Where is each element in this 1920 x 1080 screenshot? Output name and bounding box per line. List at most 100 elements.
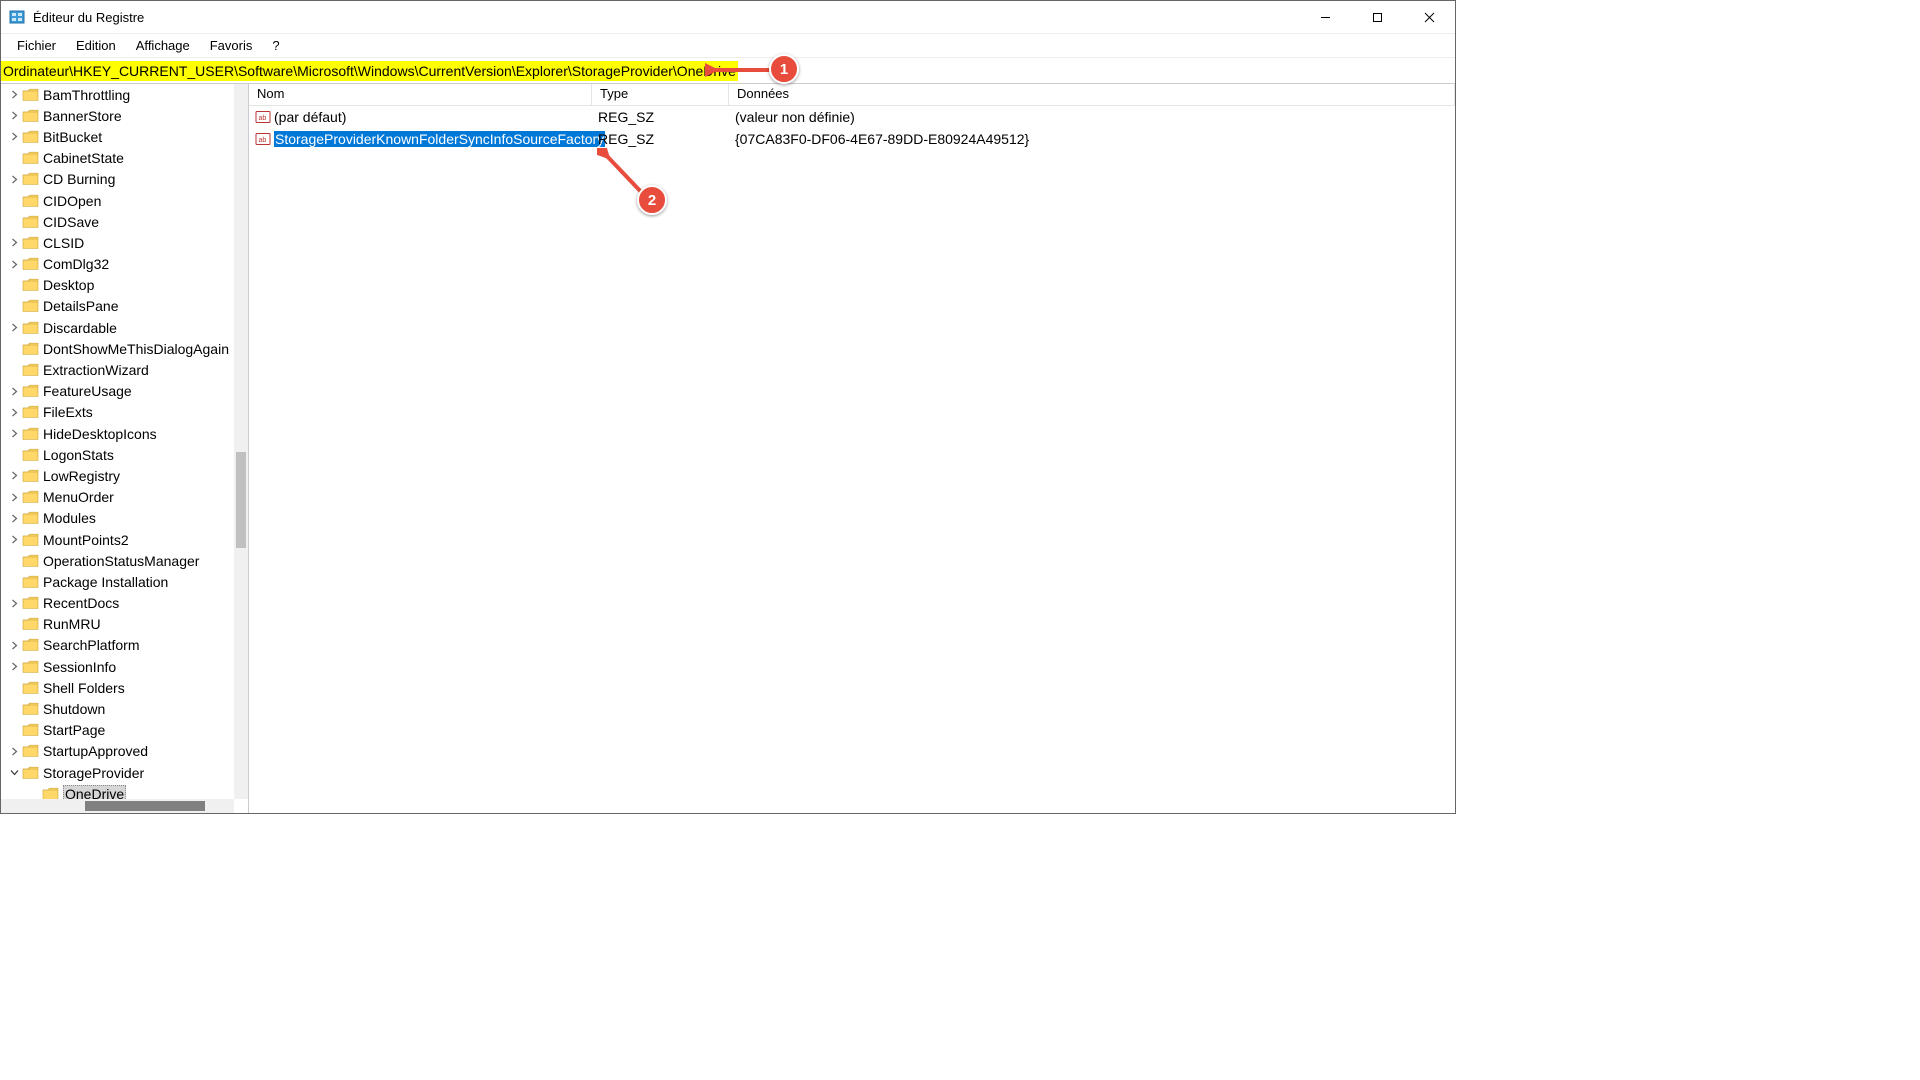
tree-node[interactable]: MountPoints2: [1, 529, 234, 550]
chevron-right-icon[interactable]: [7, 511, 21, 525]
col-type[interactable]: Type: [592, 84, 729, 105]
svg-text:ab: ab: [259, 137, 267, 144]
tree-scrollbar-horizontal[interactable]: [1, 799, 234, 813]
chevron-right-icon[interactable]: [7, 109, 21, 123]
tree-node[interactable]: OneDrive: [1, 783, 234, 799]
chevron-right-icon[interactable]: [7, 236, 21, 250]
tree-scrollbar-vertical[interactable]: [234, 84, 248, 799]
registry-tree[interactable]: BamThrottling BannerStore BitBucket Cabinet…: [1, 84, 234, 799]
tree-node[interactable]: BamThrottling: [1, 84, 234, 105]
chevron-right-icon[interactable]: [7, 405, 21, 419]
maximize-button[interactable]: [1351, 1, 1403, 34]
tree-node[interactable]: Modules: [1, 508, 234, 529]
scrollbar-thumb[interactable]: [236, 452, 246, 548]
tree-node[interactable]: CD Burning: [1, 169, 234, 190]
tree-node-label: CabinetState: [43, 150, 124, 166]
menu-file[interactable]: Fichier: [7, 36, 66, 55]
menu-view[interactable]: Affichage: [126, 36, 200, 55]
value-row[interactable]: ab(par défaut)REG_SZ(valeur non définie): [249, 106, 1455, 128]
scrollbar-thumb[interactable]: [85, 801, 205, 811]
folder-icon: [22, 702, 39, 716]
chevron-right-icon[interactable]: [7, 638, 21, 652]
folder-icon: [22, 215, 39, 229]
menu-fav[interactable]: Favoris: [200, 36, 263, 55]
tree-node[interactable]: LowRegistry: [1, 465, 234, 486]
chevron-right-icon[interactable]: [7, 660, 21, 674]
chevron-right-icon[interactable]: [7, 427, 21, 441]
tree-node[interactable]: DontShowMeThisDialogAgain: [1, 338, 234, 359]
folder-icon: [22, 130, 39, 144]
chevron-right-icon[interactable]: [7, 172, 21, 186]
tree-node[interactable]: StartPage: [1, 720, 234, 741]
tree-node[interactable]: Desktop: [1, 275, 234, 296]
tree-node[interactable]: OperationStatusManager: [1, 550, 234, 571]
value-name: (par défaut): [274, 109, 346, 125]
tree-node[interactable]: CLSID: [1, 232, 234, 253]
svg-text:ab: ab: [259, 115, 267, 122]
tree-node[interactable]: RunMRU: [1, 614, 234, 635]
chevron-right-icon[interactable]: [7, 321, 21, 335]
tree-node[interactable]: DetailsPane: [1, 296, 234, 317]
tree-node[interactable]: StorageProvider: [1, 762, 234, 783]
tree-node-label: Desktop: [43, 277, 94, 293]
tree-node[interactable]: SessionInfo: [1, 656, 234, 677]
tree-node[interactable]: CIDOpen: [1, 190, 234, 211]
folder-icon: [22, 617, 39, 631]
value-row[interactable]: abStorageProviderKnownFolderSyncInfoSour…: [249, 128, 1455, 150]
tree-node-label: FeatureUsage: [43, 383, 132, 399]
tree-node[interactable]: Discardable: [1, 317, 234, 338]
tree-node[interactable]: LogonStats: [1, 444, 234, 465]
folder-icon: [22, 172, 39, 186]
col-name[interactable]: Nom: [249, 84, 592, 105]
tree-node-label: BitBucket: [43, 129, 102, 145]
tree-node-label: ComDlg32: [43, 256, 109, 272]
tree-node[interactable]: SearchPlatform: [1, 635, 234, 656]
tree-node[interactable]: MenuOrder: [1, 487, 234, 508]
chevron-right-icon[interactable]: [7, 257, 21, 271]
tree-node[interactable]: ExtractionWizard: [1, 359, 234, 380]
chevron-down-icon[interactable]: [7, 766, 21, 780]
tree-node[interactable]: BitBucket: [1, 126, 234, 147]
address-text: Ordinateur\HKEY_CURRENT_USER\Software\Mi…: [1, 61, 738, 81]
folder-icon: [22, 681, 39, 695]
chevron-right-icon[interactable]: [7, 469, 21, 483]
tree-node-label: Discardable: [43, 320, 117, 336]
chevron-right-icon[interactable]: [7, 744, 21, 758]
values-header: Nom Type Données: [249, 84, 1455, 106]
tree-node[interactable]: Shell Folders: [1, 677, 234, 698]
tree-node[interactable]: Shutdown: [1, 698, 234, 719]
tree-node[interactable]: CIDSave: [1, 211, 234, 232]
folder-icon: [22, 321, 39, 335]
tree-node[interactable]: FeatureUsage: [1, 381, 234, 402]
tree-node[interactable]: Package Installation: [1, 571, 234, 592]
tree-node[interactable]: StartupApproved: [1, 741, 234, 762]
tree-node[interactable]: BannerStore: [1, 105, 234, 126]
chevron-right-icon[interactable]: [7, 533, 21, 547]
chevron-right-icon[interactable]: [7, 88, 21, 102]
chevron-right-icon[interactable]: [7, 490, 21, 504]
tree-node-label: BamThrottling: [43, 87, 130, 103]
chevron-right-icon[interactable]: [7, 384, 21, 398]
folder-icon: [22, 363, 39, 377]
folder-icon: [42, 787, 59, 799]
close-button[interactable]: [1403, 1, 1455, 34]
chevron-right-icon[interactable]: [7, 596, 21, 610]
tree-node[interactable]: HideDesktopIcons: [1, 423, 234, 444]
menu-help[interactable]: ?: [262, 36, 289, 55]
col-data[interactable]: Données: [729, 84, 1455, 105]
values-rows: ab(par défaut)REG_SZ(valeur non définie)…: [249, 106, 1455, 150]
menu-edit[interactable]: Edition: [66, 36, 126, 55]
minimize-button[interactable]: [1299, 1, 1351, 34]
folder-icon: [22, 109, 39, 123]
folder-icon: [22, 554, 39, 568]
tree-node[interactable]: CabinetState: [1, 148, 234, 169]
menubar: Fichier Edition Affichage Favoris ?: [1, 34, 1455, 58]
tree-node[interactable]: RecentDocs: [1, 593, 234, 614]
expander-placeholder: [7, 575, 21, 589]
tree-node[interactable]: ComDlg32: [1, 254, 234, 275]
string-value-icon: ab: [255, 109, 271, 125]
regedit-app-icon: [9, 9, 25, 25]
chevron-right-icon[interactable]: [7, 130, 21, 144]
tree-node[interactable]: FileExts: [1, 402, 234, 423]
address-bar[interactable]: Ordinateur\HKEY_CURRENT_USER\Software\Mi…: [1, 58, 1455, 84]
